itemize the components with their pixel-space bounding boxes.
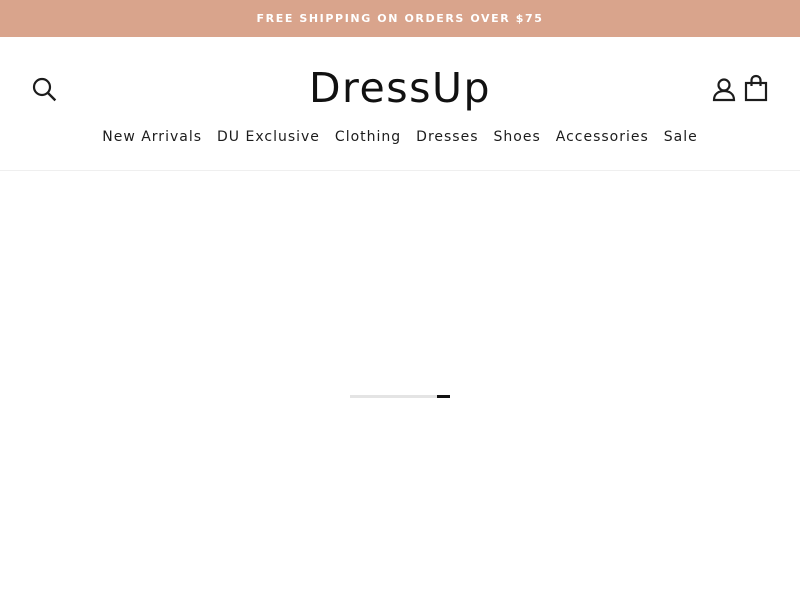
cart-button[interactable] xyxy=(742,73,770,103)
nav-item-accessories[interactable]: Accessories xyxy=(548,129,656,145)
loading-bar xyxy=(350,395,450,398)
account-button[interactable] xyxy=(710,75,738,103)
search-icon xyxy=(32,77,57,102)
nav-item-clothing[interactable]: Clothing xyxy=(327,129,408,145)
logo-text: DressUp xyxy=(308,64,491,112)
nav-item-dresses[interactable]: Dresses xyxy=(409,129,486,145)
announcement-text: FREE SHIPPING ON ORDERS OVER $75 xyxy=(256,12,544,25)
announcement-bar: FREE SHIPPING ON ORDERS OVER $75 xyxy=(0,0,800,37)
loading-bar-fill xyxy=(437,395,450,398)
nav-item-new-arrivals[interactable]: New Arrivals xyxy=(95,129,210,145)
nav-item-sale[interactable]: Sale xyxy=(656,129,705,145)
main-navigation: New Arrivals DU Exclusive Clothing Dress… xyxy=(0,125,800,149)
user-icon xyxy=(712,78,736,102)
site-header: DressUp New Arrivals DU Exclusive Clothi… xyxy=(0,37,800,171)
search-button[interactable] xyxy=(30,75,58,103)
site-logo[interactable]: DressUp xyxy=(300,60,500,116)
nav-item-shoes[interactable]: Shoes xyxy=(486,129,548,145)
nav-item-du-exclusive[interactable]: DU Exclusive xyxy=(210,129,328,145)
main-content xyxy=(0,172,800,600)
shopping-bag-icon xyxy=(744,74,768,102)
